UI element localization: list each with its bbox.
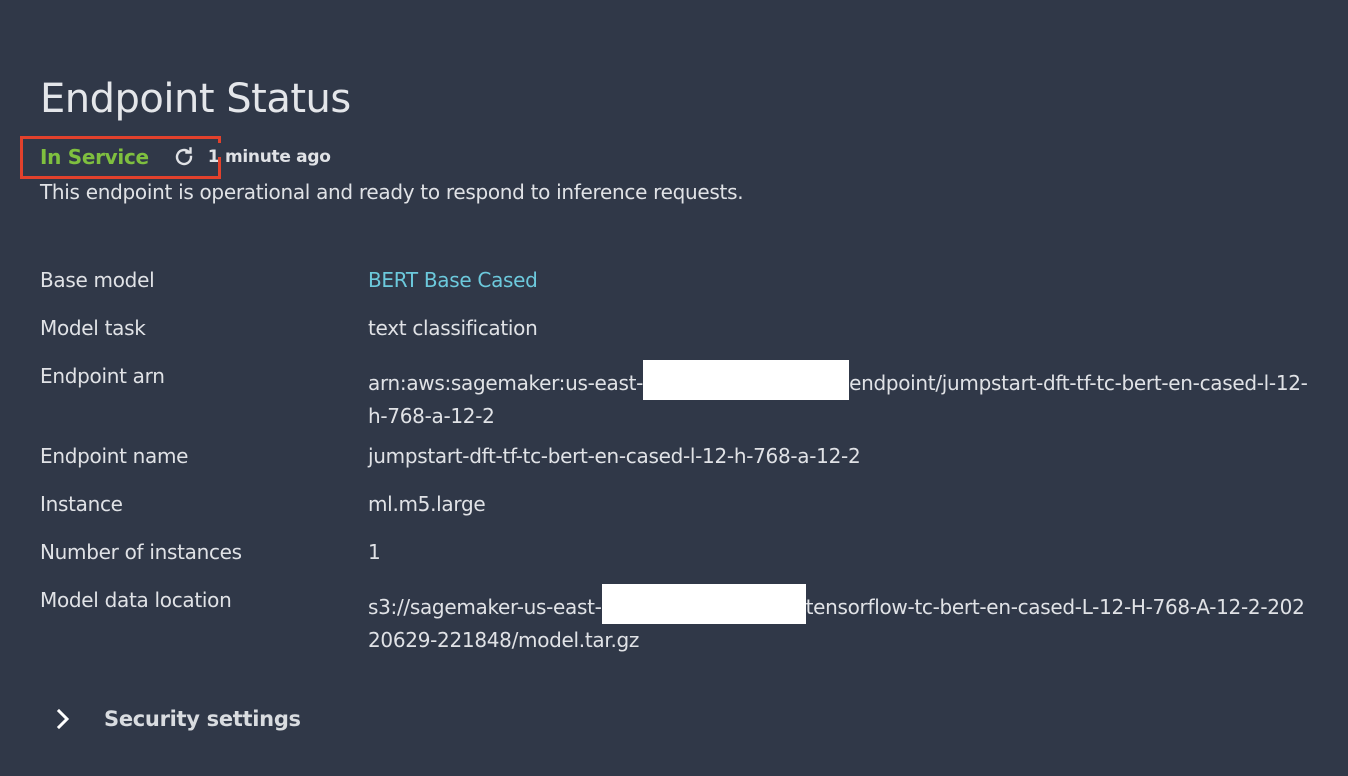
detail-label: Model task <box>40 316 146 340</box>
detail-label: Base model <box>40 268 155 292</box>
detail-label: Endpoint name <box>40 444 189 468</box>
security-settings-toggle[interactable]: Security settings <box>50 704 301 734</box>
model-data-location-value: s3://sagemaker-us-east-tensorflow-tc-ber… <box>368 584 1308 656</box>
detail-row-instance: Instance ml.m5.large <box>40 488 1330 520</box>
redaction-box <box>643 360 850 400</box>
security-settings-label: Security settings <box>104 707 301 731</box>
refresh-button[interactable] <box>171 144 197 170</box>
detail-value: ml.m5.large <box>368 492 486 516</box>
chevron-right-icon <box>50 704 76 734</box>
arn-prefix: arn:aws:sagemaker:us-east- <box>368 371 644 395</box>
detail-row-endpoint-arn: Endpoint arn arn:aws:sagemaker:us-east-e… <box>40 360 1330 432</box>
detail-row-model-task: Model task text classification <box>40 312 1330 344</box>
detail-row-instance-count: Number of instances 1 <box>40 536 1330 568</box>
page-title: Endpoint Status <box>40 76 351 122</box>
last-updated: 1 minute ago <box>207 147 331 167</box>
detail-row-endpoint-name: Endpoint name jumpstart-dft-tf-tc-bert-e… <box>40 440 1330 472</box>
detail-row-base-model: Base model BERT Base Cased <box>40 264 1330 296</box>
detail-value: jumpstart-dft-tf-tc-bert-en-cased-l-12-h… <box>368 444 861 468</box>
detail-label: Model data location <box>40 588 232 612</box>
detail-label: Endpoint arn <box>40 364 165 388</box>
detail-label: Number of instances <box>40 540 242 564</box>
detail-label: Instance <box>40 492 123 516</box>
s3-prefix: s3://sagemaker-us-east- <box>368 595 602 619</box>
detail-row-model-data-location: Model data location s3://sagemaker-us-ea… <box>40 584 1330 656</box>
redaction-box <box>601 584 806 624</box>
detail-value: 1 <box>368 540 381 564</box>
status-badge: In Service <box>40 145 149 169</box>
status-description: This endpoint is operational and ready t… <box>40 180 744 204</box>
refresh-icon <box>175 147 193 166</box>
base-model-link[interactable]: BERT Base Cased <box>368 264 1308 296</box>
endpoint-arn-value: arn:aws:sagemaker:us-east-endpoint/jumps… <box>368 360 1308 432</box>
status-row: In Service 1 minute ago <box>40 142 331 172</box>
detail-value: text classification <box>368 316 538 340</box>
